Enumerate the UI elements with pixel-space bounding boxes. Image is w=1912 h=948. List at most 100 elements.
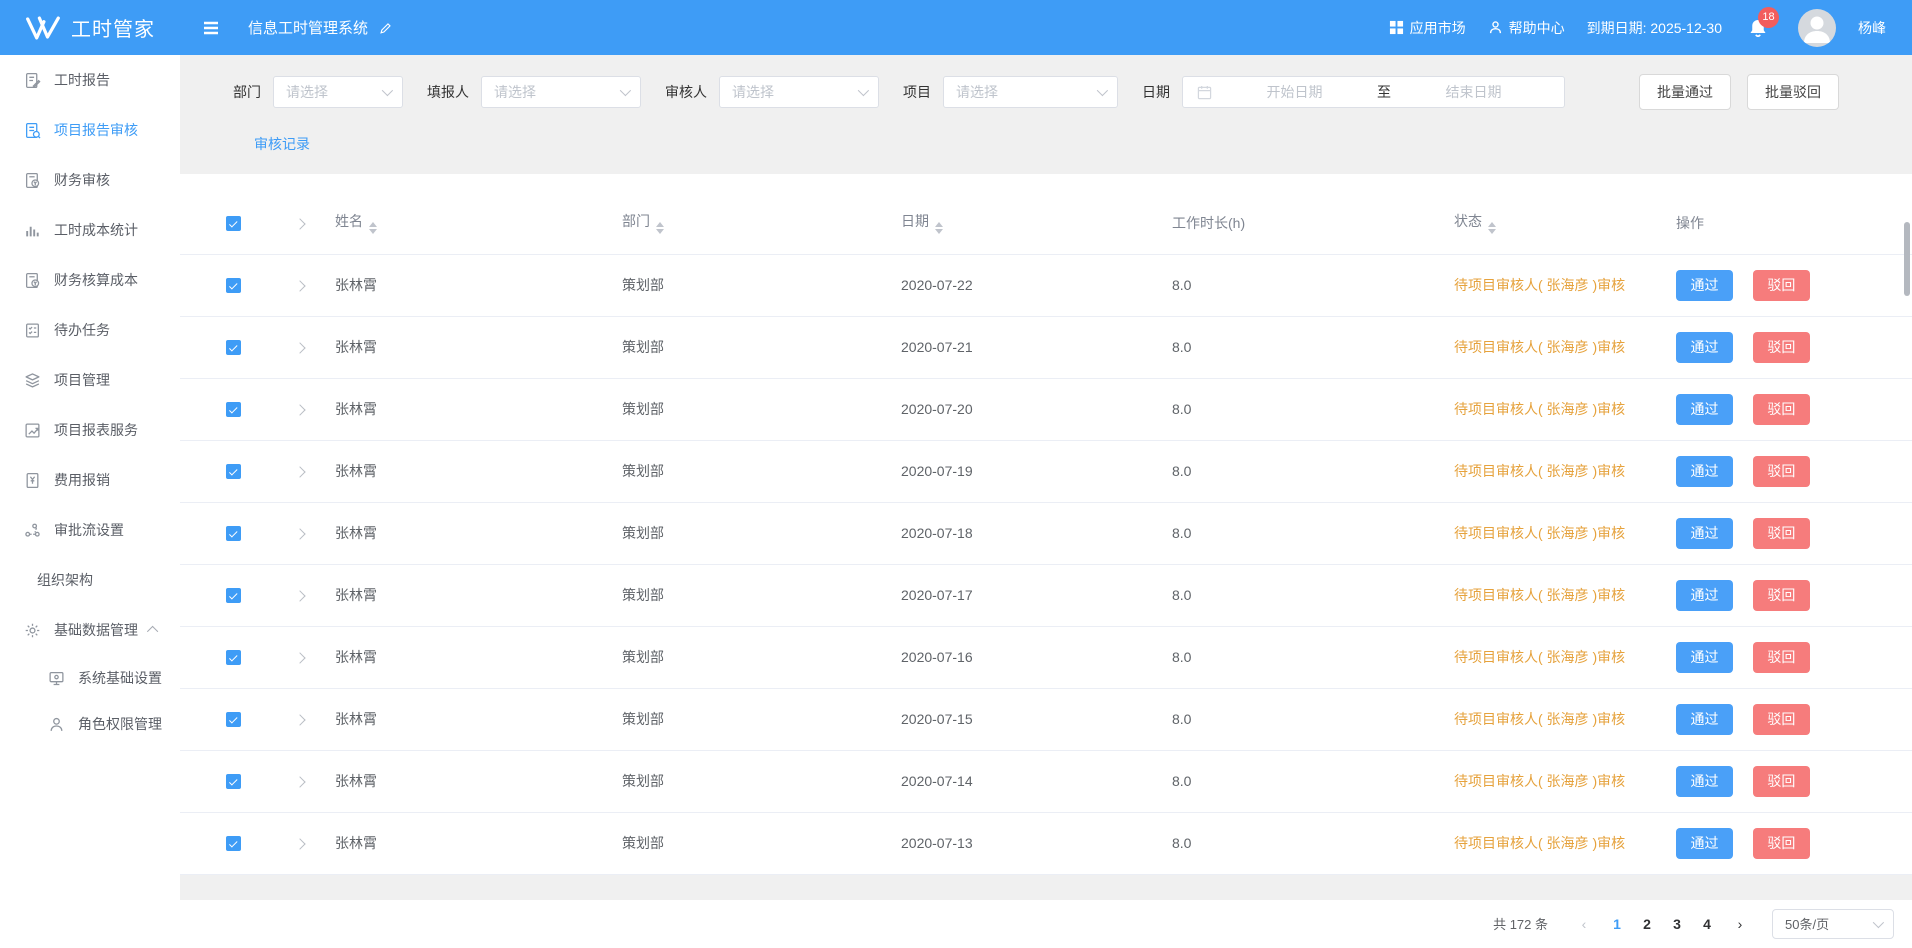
approve-button[interactable]: 通过 [1676,766,1733,797]
pagination-total: 共 172 条 [1493,914,1548,933]
expand-row-icon[interactable] [294,776,305,787]
cell-hours: 8.0 [1172,316,1454,378]
reject-button[interactable]: 驳回 [1753,828,1810,859]
row-checkbox[interactable] [226,402,241,417]
approve-button[interactable]: 通过 [1676,642,1733,673]
expand-row-icon[interactable] [294,342,305,353]
reject-button[interactable]: 驳回 [1753,704,1810,735]
next-page-button[interactable]: › [1726,916,1754,932]
expand-row-icon[interactable] [294,280,305,291]
sidebar-item-8[interactable]: 费用报销 [0,455,180,505]
audit-records-tab[interactable]: 审核记录 [254,134,310,154]
expand-row-icon[interactable] [294,652,305,663]
app-market-link[interactable]: 应用市场 [1389,18,1466,38]
row-checkbox[interactable] [226,464,241,479]
sidebar-item-13[interactable]: 角色权限管理 [0,701,180,747]
expire-date-label: 到期日期: 2025-12-30 [1587,18,1722,38]
username-label: 杨峰 [1858,18,1886,38]
approve-button[interactable]: 通过 [1676,394,1733,425]
row-checkbox[interactable] [226,774,241,789]
prev-page-button[interactable]: ‹ [1570,916,1598,932]
batch-reject-button[interactable]: 批量驳回 [1747,74,1839,110]
edit-title-pencil-icon[interactable] [378,21,392,35]
reject-button[interactable]: 驳回 [1753,270,1810,301]
batch-approve-button[interactable]: 批量通过 [1639,74,1731,110]
row-checkbox[interactable] [226,836,241,851]
sidebar-item-2[interactable]: 财务审核 [0,155,180,205]
sidebar-item-3[interactable]: 工时成本统计 [0,205,180,255]
approve-button[interactable]: 通过 [1676,332,1733,363]
approve-button[interactable]: 通过 [1676,456,1733,487]
sidebar-item-0[interactable]: 工时报告 [0,55,180,105]
date-range-picker[interactable]: 开始日期 至 结束日期 [1182,76,1565,108]
cell-name: 张林霄 [335,750,622,812]
approve-button[interactable]: 通过 [1676,704,1733,735]
reject-button[interactable]: 驳回 [1753,394,1810,425]
reject-button[interactable]: 驳回 [1753,642,1810,673]
help-center-link[interactable]: 帮助中心 [1488,18,1565,38]
page-number-3[interactable]: 3 [1662,916,1692,932]
column-header-dept[interactable]: 部门 [622,192,901,254]
vertical-scrollbar-thumb[interactable] [1904,222,1910,296]
page-number-1[interactable]: 1 [1602,916,1632,932]
expand-row-icon[interactable] [294,404,305,415]
hamburger-menu-icon[interactable] [202,20,220,36]
page-number-2[interactable]: 2 [1632,916,1662,932]
approve-button[interactable]: 通过 [1676,828,1733,859]
sort-icon[interactable] [935,222,943,234]
expand-all-icon[interactable] [294,218,305,229]
sidebar-item-9[interactable]: 审批流设置 [0,505,180,555]
reject-button[interactable]: 驳回 [1753,518,1810,549]
approve-button[interactable]: 通过 [1676,270,1733,301]
row-checkbox[interactable] [226,526,241,541]
sidebar-item-10[interactable]: 组织架构 [0,555,180,605]
user-avatar[interactable] [1798,9,1836,47]
end-date-input[interactable]: 结束日期 [1397,82,1550,102]
page-number-4[interactable]: 4 [1692,916,1722,932]
approve-button[interactable]: 通过 [1676,580,1733,611]
sidebar-item-12[interactable]: 系统基础设置 [0,655,180,701]
sidebar-item-11[interactable]: 基础数据管理 [0,605,180,655]
notification-badge: 18 [1758,7,1779,28]
sort-icon[interactable] [656,222,664,234]
page-size-value: 50条/页 [1785,914,1829,933]
expand-row-icon[interactable] [294,466,305,477]
sidebar-item-1[interactable]: 项目报告审核 [0,105,180,155]
column-header-name[interactable]: 姓名 [335,192,622,254]
reject-button[interactable]: 驳回 [1753,332,1810,363]
reject-button[interactable]: 驳回 [1753,580,1810,611]
sidebar-item-7[interactable]: 项目报表服务 [0,405,180,455]
table-header-row: 姓名 部门 日期 工作时长(h) 状态 操作 [180,192,1912,254]
row-checkbox[interactable] [226,712,241,727]
row-checkbox[interactable] [226,650,241,665]
sort-icon[interactable] [369,222,377,234]
column-header-date[interactable]: 日期 [901,192,1172,254]
sort-icon[interactable] [1488,222,1496,234]
row-checkbox[interactable] [226,340,241,355]
sidebar-item-5[interactable]: 待办任务 [0,305,180,355]
expand-row-icon[interactable] [294,838,305,849]
auditor-select[interactable]: 请选择 [719,76,879,108]
select-all-checkbox[interactable] [226,216,241,231]
notification-bell[interactable]: 18 [1748,18,1768,38]
project-select[interactable]: 请选择 [943,76,1118,108]
column-header-status[interactable]: 状态 [1454,192,1676,254]
sidebar-item-6[interactable]: 项目管理 [0,355,180,405]
page-size-select[interactable]: 50条/页 [1772,909,1894,939]
sidebar-item-label: 项目报告审核 [54,120,138,140]
expand-row-icon[interactable] [294,590,305,601]
dept-select[interactable]: 请选择 [273,76,403,108]
help-center-label: 帮助中心 [1509,18,1565,38]
reject-button[interactable]: 驳回 [1753,456,1810,487]
sidebar-item-4[interactable]: 财务核算成本 [0,255,180,305]
approve-button[interactable]: 通过 [1676,518,1733,549]
cell-name: 张林霄 [335,316,622,378]
start-date-input[interactable]: 开始日期 [1218,82,1371,102]
expand-row-icon[interactable] [294,714,305,725]
row-checkbox[interactable] [226,588,241,603]
reject-button[interactable]: 驳回 [1753,766,1810,797]
row-checkbox[interactable] [226,278,241,293]
reporter-select[interactable]: 请选择 [481,76,641,108]
expand-row-icon[interactable] [294,528,305,539]
reporter-select-placeholder: 请选择 [494,82,536,102]
